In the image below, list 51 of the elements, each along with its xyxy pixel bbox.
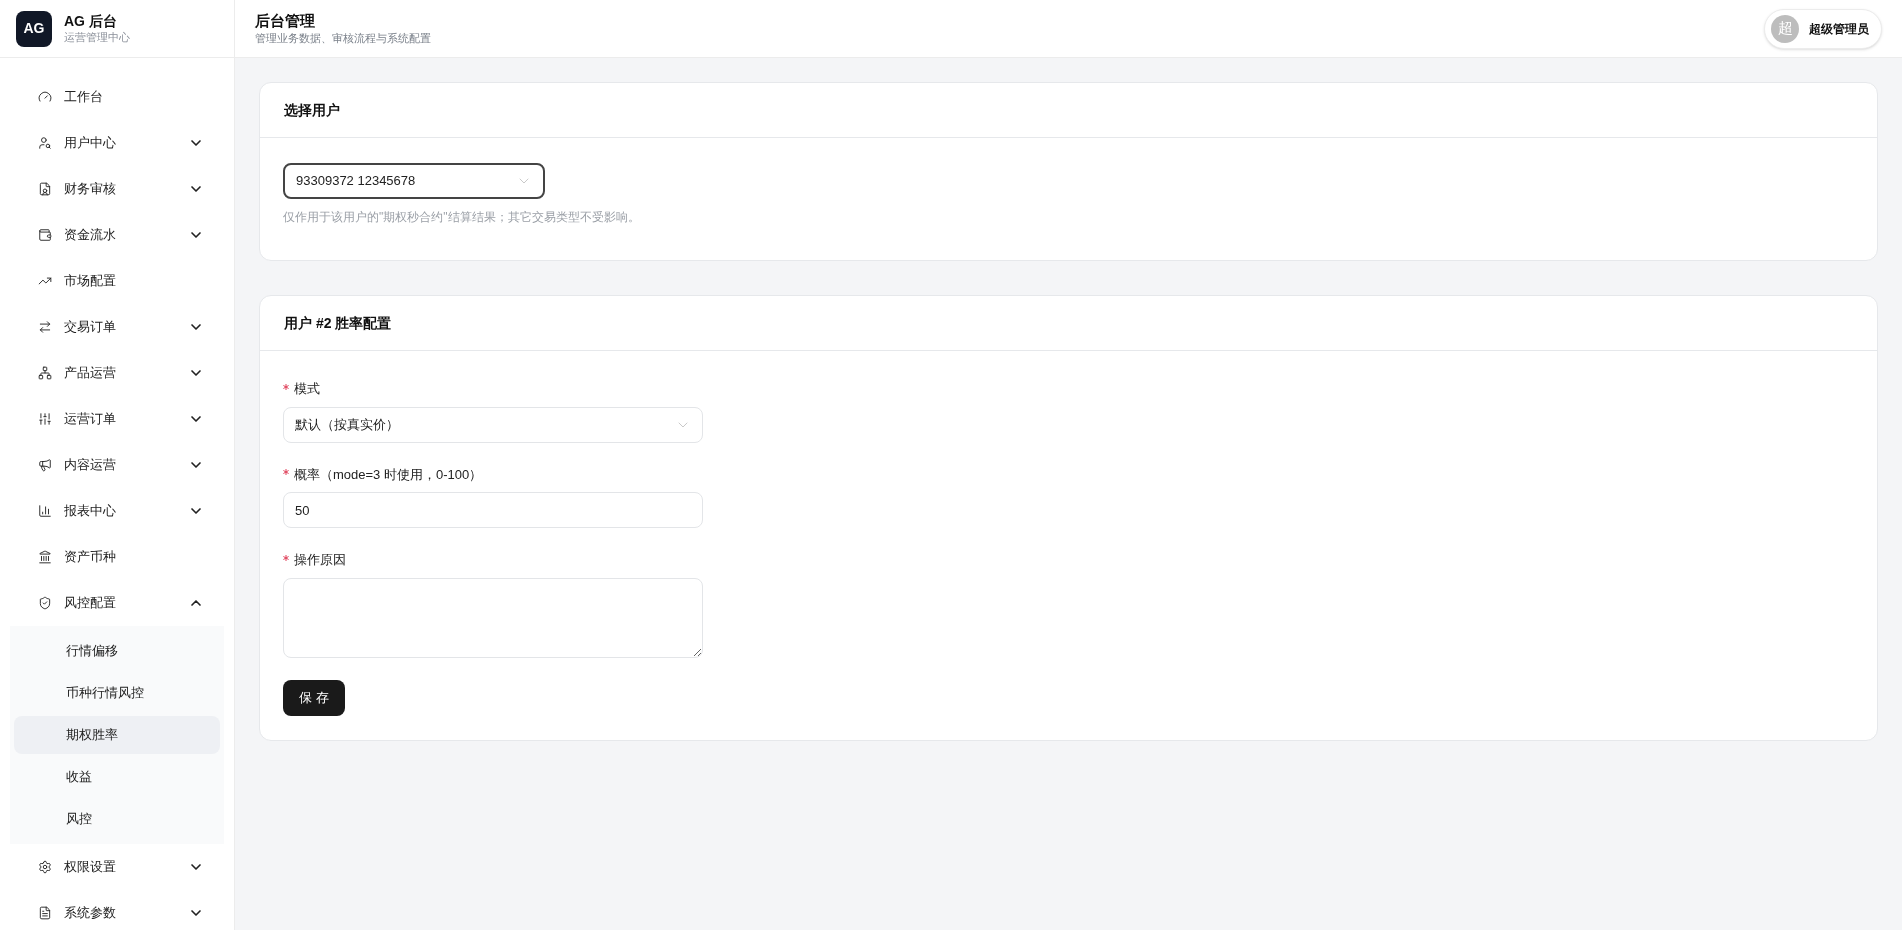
brand-name: AG 后台 xyxy=(64,12,118,30)
user-select[interactable]: 93309372 12345678 xyxy=(283,163,545,199)
sidebar-item[interactable]: 产品运营 xyxy=(0,350,234,396)
page-title: 后台管理 xyxy=(255,11,316,31)
gauge-icon xyxy=(38,90,52,104)
megaphone-icon xyxy=(38,458,52,472)
submenu-item[interactable]: 期权胜率 xyxy=(14,716,220,754)
page-subtitle: 管理业务数据、审核流程与系统配置 xyxy=(255,31,432,46)
shield-check-icon xyxy=(38,596,52,610)
card-title: 选择用户 xyxy=(284,100,340,120)
reason-textarea[interactable] xyxy=(283,577,703,658)
sidebar-item[interactable]: 资产币种 xyxy=(0,534,234,580)
submenu-item[interactable]: 行情偏移 xyxy=(14,632,220,670)
probability-input[interactable]: 50 xyxy=(283,492,703,528)
sidebar-item[interactable]: 交易订单 xyxy=(0,304,234,350)
sidebar-item[interactable]: 系统参数 xyxy=(0,890,234,930)
sidebar-item[interactable]: 权限设置 xyxy=(0,844,234,890)
bank-icon xyxy=(38,550,52,564)
field-label: 模式 xyxy=(294,380,320,398)
wallet-icon xyxy=(38,228,52,242)
document-icon xyxy=(38,906,52,920)
sliders-icon xyxy=(38,412,52,426)
sidebar-item[interactable]: 工作台 xyxy=(0,74,234,120)
field-label: 操作原因 xyxy=(294,551,346,569)
document-icon xyxy=(38,182,52,196)
bar-chart-icon xyxy=(38,504,52,518)
card-title: 用户 #2 胜率配置 xyxy=(284,313,392,333)
sidebar-item[interactable]: 用户中心 xyxy=(0,120,234,166)
sidebar-item[interactable]: 内容运营 xyxy=(0,442,234,488)
sidebar-item[interactable]: 运营订单 xyxy=(0,396,234,442)
user-name: 超级管理员 xyxy=(1809,20,1869,38)
submenu-item[interactable]: 币种行情风控 xyxy=(14,674,220,712)
save-button[interactable]: 保 存 xyxy=(283,679,345,716)
submenu-item[interactable]: 风控 xyxy=(14,800,220,838)
hint-text: 仅作用于该用户的"期权秒合约"结算结果；其它交易类型不受影响。 xyxy=(283,209,641,226)
brand-subtitle: 运营管理中心 xyxy=(64,30,130,45)
mode-select[interactable]: 默认（按真实价） xyxy=(283,406,703,443)
sidebar-item[interactable]: 财务审核 xyxy=(0,166,234,212)
user-avatar: 超 xyxy=(1771,14,1799,43)
settings-icon xyxy=(38,860,52,874)
user-menu[interactable]: 超 超级管理员 xyxy=(1764,8,1882,49)
logo: AG xyxy=(16,10,52,47)
user-search-icon xyxy=(38,136,52,150)
field-label: 概率（mode=3 时使用，0-100） xyxy=(294,465,483,484)
arrows-icon xyxy=(38,320,52,334)
sidebar-item[interactable]: 市场配置 xyxy=(0,258,234,304)
sidebar-item[interactable]: 资金流水 xyxy=(0,212,234,258)
submenu-item[interactable]: 收益 xyxy=(14,758,220,796)
sidebar-item[interactable]: 报表中心 xyxy=(0,488,234,534)
sidebar-item[interactable]: 风控配置 xyxy=(0,580,234,626)
hierarchy-icon xyxy=(38,366,52,380)
